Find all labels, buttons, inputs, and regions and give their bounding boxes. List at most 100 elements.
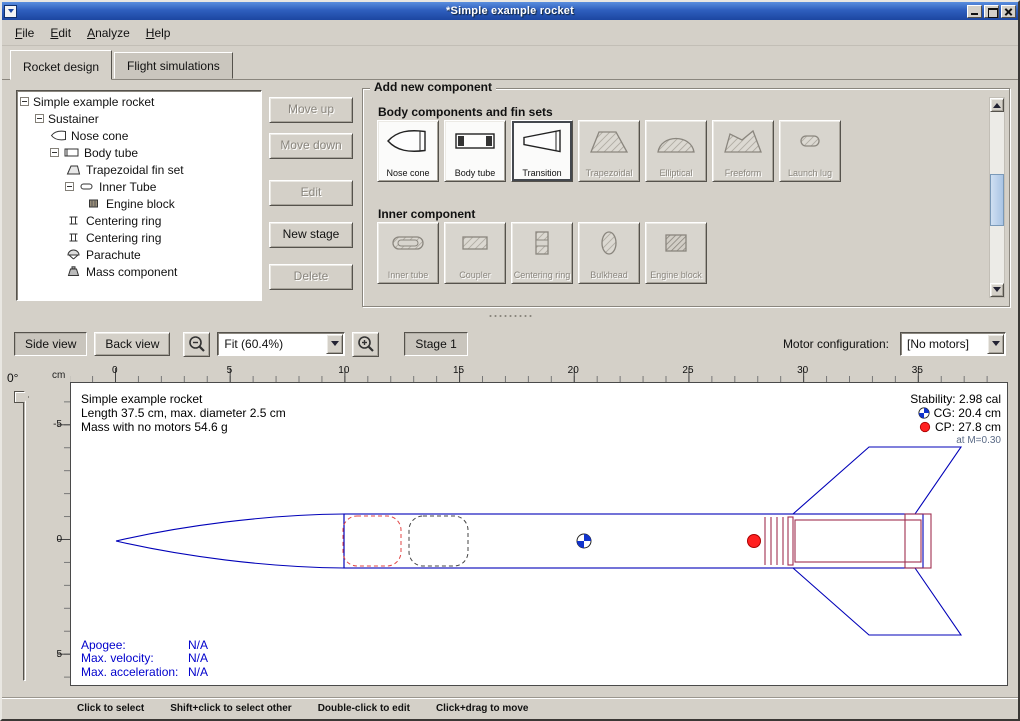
collapse-icon[interactable]	[35, 114, 44, 123]
zoom-out-icon	[187, 334, 207, 354]
status-bar: Click to select Shift+click to select ot…	[2, 697, 1018, 719]
rocket-mass: Mass with no motors 54.6 g	[81, 420, 286, 434]
hint-click-select: Click to select	[77, 703, 144, 714]
tree-item-rocket[interactable]: Simple example rocket	[17, 93, 261, 110]
tree-item-fin-set[interactable]: Trapezoidal fin set	[17, 161, 261, 178]
zoom-in-button[interactable]	[352, 332, 379, 357]
back-view-button[interactable]: Back view	[94, 332, 170, 356]
centering-ring-icon	[65, 215, 82, 226]
move-down-button: Move down	[269, 133, 353, 159]
tree-item-label: Nose cone	[71, 128, 128, 143]
scrollbar-thumb[interactable]	[990, 174, 1004, 226]
add-transition-button[interactable]: Transition	[511, 120, 573, 182]
menu-help[interactable]: Help	[139, 23, 178, 43]
max-acceleration-label: Max. acceleration:	[81, 666, 188, 680]
max-velocity-value: N/A	[188, 652, 208, 666]
tree-item-body-tube[interactable]: Body tube	[17, 144, 261, 161]
add-centering-ring-button: Centering ring	[511, 222, 573, 284]
add-body-tube-button[interactable]: Body tube	[444, 120, 506, 182]
tree-item-label: Simple example rocket	[33, 94, 154, 109]
add-inner-tube-button: Inner tube	[377, 222, 439, 284]
parachute-icon	[65, 249, 82, 260]
stage-1-toggle[interactable]: Stage 1	[404, 332, 467, 356]
add-engine-block-button: Engine block	[645, 222, 707, 284]
add-launch-lug-button: Launch lug	[779, 120, 841, 182]
edit-button: Edit	[269, 180, 353, 206]
zoom-level-select[interactable]: Fit (60.4%)	[217, 332, 345, 356]
tree-item-label: Parachute	[86, 247, 141, 262]
new-stage-button[interactable]: New stage	[269, 222, 353, 248]
component-tree[interactable]: Simple example rocket Sustainer Nose con…	[16, 90, 262, 301]
cp-value: CP: 27.8 cm	[935, 420, 1001, 434]
menu-edit[interactable]: Edit	[43, 23, 78, 43]
max-acceleration-value: N/A	[188, 666, 208, 680]
minimize-button[interactable]	[967, 5, 982, 18]
move-up-button: Move up	[269, 97, 353, 123]
horizontal-ruler: 0 5 10 15 20 25 30 35	[70, 366, 1008, 382]
tree-item-mass-component[interactable]: Mass component	[17, 263, 261, 280]
rotation-slider-handle[interactable]	[14, 391, 29, 403]
tree-item-nose-cone[interactable]: Nose cone	[17, 127, 261, 144]
title-bar[interactable]: *Simple example rocket	[2, 2, 1018, 20]
flight-data: Apogee:N/A Max. velocity:N/A Max. accele…	[81, 639, 208, 680]
window-title: *Simple example rocket	[2, 5, 1018, 17]
view-toolbar: Side view Back view Fit (60.4%) Stage 1 …	[2, 326, 1018, 362]
apogee-label: Apogee:	[81, 639, 188, 653]
rotation-slider[interactable]	[23, 398, 26, 681]
add-component-group: Add new component Body components and fi…	[362, 88, 1010, 307]
coupler-icon	[452, 228, 498, 258]
scroll-up-icon[interactable]	[990, 98, 1004, 112]
app-window: *Simple example rocket File Edit Analyze…	[0, 0, 1020, 721]
component-panel-scrollbar[interactable]	[989, 97, 1005, 298]
collapse-icon[interactable]	[20, 97, 29, 106]
bulkhead-icon	[586, 228, 632, 258]
apogee-value: N/A	[188, 639, 208, 653]
add-coupler-button: Coupler	[444, 222, 506, 284]
zoom-out-button[interactable]	[183, 332, 210, 357]
inner-components	[765, 514, 931, 568]
menu-file[interactable]: File	[8, 23, 41, 43]
collapse-icon[interactable]	[50, 148, 59, 157]
rocket-canvas[interactable]: Simple example rocket Length 37.5 cm, ma…	[70, 382, 1008, 686]
tree-item-label: Body tube	[84, 145, 138, 160]
tab-bar: Rocket design Flight simulations	[2, 46, 1018, 80]
splitter-handle[interactable]	[2, 311, 1018, 320]
tree-item-centering-ring-1[interactable]: Centering ring	[17, 212, 261, 229]
hint-shift-click: Shift+click to select other	[170, 703, 291, 714]
engine-block-icon	[85, 198, 102, 209]
chevron-down-icon[interactable]	[987, 334, 1004, 354]
chevron-down-icon[interactable]	[326, 334, 343, 354]
tab-rocket-design[interactable]: Rocket design	[10, 50, 112, 80]
scroll-down-icon[interactable]	[990, 283, 1004, 297]
zoom-in-icon	[356, 334, 376, 354]
close-button[interactable]	[1001, 5, 1016, 18]
centering-ring-icon	[519, 228, 565, 258]
tree-item-sustainer[interactable]: Sustainer	[17, 110, 261, 127]
collapse-icon[interactable]	[65, 182, 74, 191]
maximize-button[interactable]	[984, 5, 999, 18]
cg-symbol	[577, 534, 591, 548]
transition-icon	[519, 126, 565, 156]
nose-cone-icon	[50, 130, 67, 141]
tree-item-centering-ring-2[interactable]: Centering ring	[17, 229, 261, 246]
hint-click-drag: Click+drag to move	[436, 703, 529, 714]
nose-cone-icon	[385, 126, 431, 156]
rocket-design-view: 0° cm 0 5 10 15 20 25 30 35 -5 0 5	[2, 364, 1018, 697]
side-view-button[interactable]: Side view	[14, 332, 87, 356]
hint-double-click: Double-click to edit	[318, 703, 410, 714]
tree-item-parachute[interactable]: Parachute	[17, 246, 261, 263]
menu-analyze[interactable]: Analyze	[80, 23, 137, 43]
vertical-ruler: -5 0 5	[48, 382, 70, 686]
add-nose-cone-button[interactable]: Nose cone	[377, 120, 439, 182]
tree-item-label: Engine block	[106, 196, 175, 211]
tab-flight-simulations[interactable]: Flight simulations	[114, 52, 233, 79]
tree-item-label: Sustainer	[48, 111, 99, 126]
motor-configuration-select[interactable]: [No motors]	[900, 332, 1006, 356]
add-component-title: Add new component	[370, 80, 496, 94]
cg-value: CG: 20.4 cm	[934, 406, 1001, 420]
window-menu-icon[interactable]	[4, 5, 17, 18]
tree-item-inner-tube[interactable]: Inner Tube	[17, 178, 261, 195]
upper-fin	[793, 447, 961, 514]
add-bulkhead-button: Bulkhead	[578, 222, 640, 284]
tree-item-engine-block[interactable]: Engine block	[17, 195, 261, 212]
